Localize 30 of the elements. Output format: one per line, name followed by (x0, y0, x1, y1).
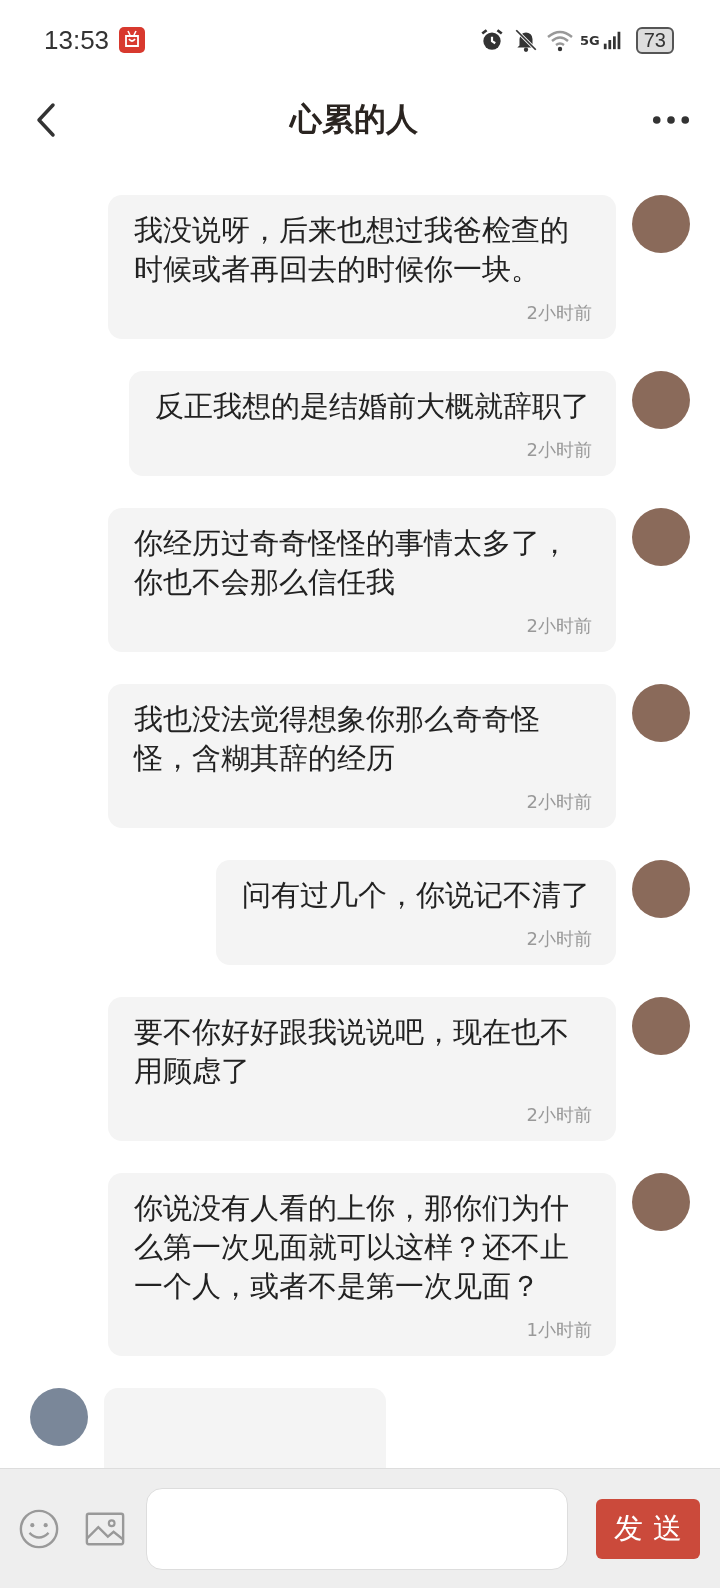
avatar[interactable] (632, 997, 690, 1055)
avatar[interactable] (632, 371, 690, 429)
message-time: 2小时前 (526, 438, 592, 462)
send-button[interactable]: 发 送 (596, 1498, 700, 1559)
message-time: 2小时前 (526, 614, 592, 638)
message-text: 我没说呀，后来也想过我爸检查的时候或者再回去的时候你一块。 (134, 212, 570, 288)
message-time: 2小时前 (526, 301, 592, 325)
avatar[interactable] (632, 860, 690, 918)
back-icon[interactable] (36, 102, 56, 138)
message-input[interactable] (146, 1487, 568, 1570)
message-time: 2小时前 (526, 790, 592, 814)
message-time: 2小时前 (526, 927, 592, 951)
chat-title: 心累的人 (290, 99, 418, 140)
message-text: 我也没法觉得想象你那么奇奇怪怪，含糊其辞的经历 (134, 701, 541, 777)
avatar[interactable] (632, 684, 690, 742)
message-text: 反正我想的是结婚前大概就辞职了 (155, 388, 590, 425)
network-label: 5G (580, 32, 600, 48)
battery-level: 73 (635, 26, 674, 54)
message-time: 1小时前 (526, 1318, 592, 1342)
more-icon[interactable] (652, 115, 690, 125)
avatar[interactable] (30, 1388, 88, 1446)
avatar[interactable] (632, 1173, 690, 1231)
message-text: 问有过几个，你说记不清了 (242, 877, 590, 914)
message-text: 你说没有人看的上你，那你们为什么第一次见面就可以这样？还不止一个人，或者不是第一次见面？ (134, 1190, 570, 1305)
status-time: 13:53 (44, 24, 110, 56)
message-time: 2小时前 (526, 1103, 592, 1127)
message-text: 要不你好好跟我说说吧，现在也不用顾虑了 (134, 1014, 570, 1090)
avatar[interactable] (632, 195, 690, 253)
message-text: 你经历过奇奇怪怪的事情太多了，你也不会那么信任我 (134, 525, 570, 601)
avatar[interactable] (632, 508, 690, 566)
